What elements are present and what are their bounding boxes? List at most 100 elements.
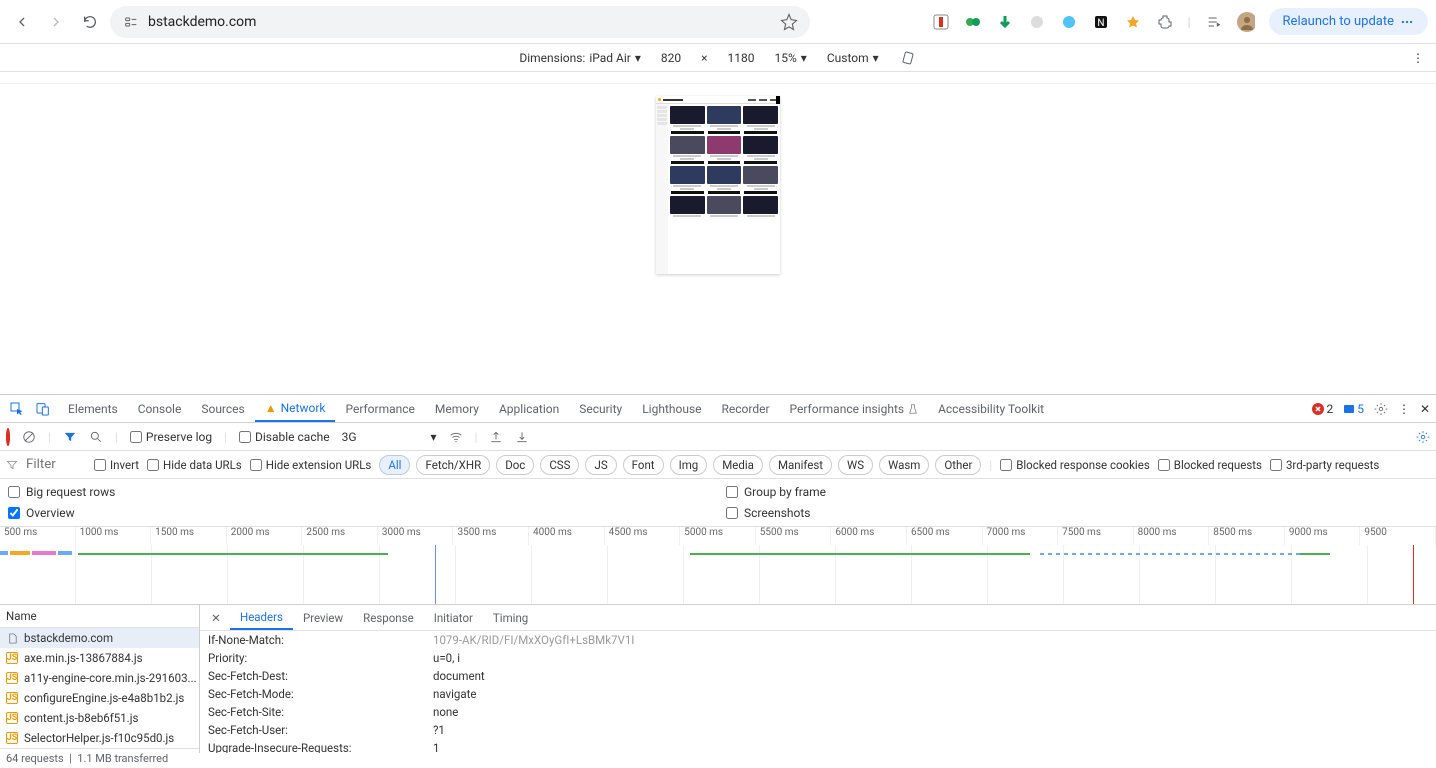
zoom-selector[interactable]: 15% ▾	[775, 51, 807, 65]
tab-performance-insights[interactable]: Performance insights	[780, 395, 929, 422]
close-devtools-icon[interactable]: ✕	[1420, 402, 1430, 416]
request-row[interactable]: JSaxe.min.js-13867884.js	[0, 648, 199, 668]
tab-sources[interactable]: Sources	[191, 395, 254, 422]
filter-pill-ws[interactable]: WS	[838, 455, 873, 475]
tab-accessibility-toolkit[interactable]: Accessibility Toolkit	[928, 395, 1054, 422]
device-more-icon[interactable]: ⋮	[1412, 51, 1424, 65]
ext-icon-3[interactable]	[996, 13, 1014, 31]
filter-pill-media[interactable]: Media	[713, 455, 763, 475]
upload-icon[interactable]	[489, 430, 503, 444]
device-width[interactable]: 820	[661, 51, 681, 65]
request-row[interactable]: JSconfigureEngine.js-e4a8b1b2.js	[0, 688, 199, 708]
ext-icon-1[interactable]	[932, 13, 950, 31]
timeline-tick: 2500 ms	[302, 527, 378, 545]
filter-pill-css[interactable]: CSS	[540, 455, 579, 475]
page-preview[interactable]	[656, 96, 780, 274]
inspect-icon[interactable]	[6, 401, 28, 417]
profile-avatar[interactable]	[1237, 13, 1255, 31]
search-icon[interactable]	[89, 430, 103, 444]
throttle-selector[interactable]: Custom ▾	[827, 51, 879, 65]
filter-pill-all[interactable]: All	[379, 455, 410, 475]
reload-button[interactable]	[76, 8, 104, 36]
device-toggle-icon[interactable]	[32, 401, 54, 417]
tab-console[interactable]: Console	[128, 395, 192, 422]
tab-application[interactable]: Application	[489, 395, 569, 422]
hide-data-urls-check[interactable]: Hide data URLs	[147, 458, 242, 472]
settings-icon[interactable]	[1374, 402, 1388, 416]
relaunch-label: Relaunch to update	[1283, 14, 1394, 29]
overview-check[interactable]: Overview	[8, 506, 710, 520]
ext-icon-7[interactable]	[1124, 13, 1142, 31]
tab-lighthouse[interactable]: Lighthouse	[632, 395, 711, 422]
third-party-check[interactable]: 3rd-party requests	[1270, 458, 1379, 472]
hide-ext-urls-check[interactable]: Hide extension URLs	[250, 458, 372, 472]
request-row[interactable]: bstackdemo.com	[0, 628, 199, 648]
bookmark-star-icon[interactable]	[780, 13, 798, 31]
request-row[interactable]: JScontent.js-b8eb6f51.js	[0, 708, 199, 728]
funnel-icon[interactable]	[6, 459, 18, 471]
more-icon[interactable]: ⋮	[1398, 402, 1410, 416]
forward-button[interactable]	[42, 8, 70, 36]
disable-cache-check[interactable]: Disable cache	[239, 430, 330, 444]
ext-icon-2[interactable]	[964, 13, 982, 31]
request-list-header[interactable]: Name	[0, 605, 199, 628]
detail-tab-timing[interactable]: Timing	[483, 605, 538, 630]
media-icon[interactable]	[1205, 13, 1223, 31]
detail-tab-headers[interactable]: Headers	[230, 605, 293, 630]
blocked-cookies-check[interactable]: Blocked response cookies	[1000, 458, 1150, 472]
filter-icon[interactable]	[63, 430, 77, 444]
detail-tab-preview[interactable]: Preview	[293, 605, 353, 630]
invert-check[interactable]: Invert	[94, 458, 139, 472]
ext-icon-4[interactable]	[1028, 13, 1046, 31]
info-badge[interactable]: 5	[1343, 402, 1364, 416]
ext-icon-5[interactable]	[1060, 13, 1078, 31]
download-icon[interactable]	[515, 430, 529, 444]
preserve-log-check[interactable]: Preserve log	[130, 430, 212, 444]
network-settings-icon[interactable]	[1416, 430, 1430, 444]
dimensions-selector[interactable]: Dimensions: iPad Air ▾	[519, 51, 641, 65]
tab-recorder[interactable]: Recorder	[712, 395, 780, 422]
filter-pill-other[interactable]: Other	[935, 455, 981, 475]
filter-pill-img[interactable]: Img	[670, 455, 708, 475]
request-row[interactable]: JSSelectorHelper.js-f10c95d0.js	[0, 728, 199, 748]
throttling-select[interactable]: 3G▾	[342, 430, 437, 444]
devtools-panel: ElementsConsoleSources▲ NetworkPerforman…	[0, 394, 1436, 753]
filter-pill-js[interactable]: JS	[585, 455, 616, 475]
timeline-tick: 7500 ms	[1058, 527, 1134, 545]
filter-pill-fetch-xhr[interactable]: Fetch/XHR	[416, 455, 490, 475]
device-height[interactable]: 1180	[728, 51, 755, 65]
clear-icon[interactable]	[22, 430, 36, 444]
close-detail-icon[interactable]: ✕	[204, 611, 228, 625]
error-badge[interactable]: 2	[1312, 402, 1333, 416]
tab-network[interactable]: ▲ Network	[255, 395, 336, 422]
tab-memory[interactable]: Memory	[425, 395, 489, 422]
blocked-requests-check[interactable]: Blocked requests	[1158, 458, 1262, 472]
filter-pill-font[interactable]: Font	[623, 455, 664, 475]
record-button[interactable]	[6, 430, 10, 444]
extensions-icon[interactable]	[1156, 13, 1174, 31]
request-row[interactable]: JSa11y-engine-core.min.js-291603...	[0, 668, 199, 688]
svg-text:N: N	[1097, 18, 1104, 29]
devtools-tabs: ElementsConsoleSources▲ NetworkPerforman…	[0, 395, 1436, 423]
address-bar[interactable]: bstackdemo.com	[110, 6, 810, 38]
filter-input[interactable]	[26, 457, 86, 472]
site-info-icon[interactable]	[122, 13, 140, 31]
ext-icon-6[interactable]: N	[1092, 13, 1110, 31]
rotate-icon[interactable]	[899, 49, 917, 67]
filter-pill-doc[interactable]: Doc	[496, 455, 534, 475]
filter-pill-manifest[interactable]: Manifest	[769, 455, 832, 475]
tab-security[interactable]: Security	[569, 395, 632, 422]
screenshots-check[interactable]: Screenshots	[726, 506, 1428, 520]
tab-elements[interactable]: Elements	[58, 395, 128, 422]
url-text: bstackdemo.com	[148, 14, 772, 30]
tab-performance[interactable]: Performance	[335, 395, 424, 422]
big-rows-check[interactable]: Big request rows	[8, 485, 710, 499]
wifi-icon[interactable]	[449, 430, 463, 444]
network-timeline[interactable]: 500 ms1000 ms1500 ms2000 ms2500 ms3000 m…	[0, 527, 1436, 605]
detail-tab-initiator[interactable]: Initiator	[424, 605, 483, 630]
detail-tab-response[interactable]: Response	[353, 605, 424, 630]
back-button[interactable]	[8, 8, 36, 36]
relaunch-button[interactable]: Relaunch to update	[1269, 8, 1428, 35]
filter-pill-wasm[interactable]: Wasm	[879, 455, 929, 475]
group-frame-check[interactable]: Group by frame	[726, 485, 1428, 499]
